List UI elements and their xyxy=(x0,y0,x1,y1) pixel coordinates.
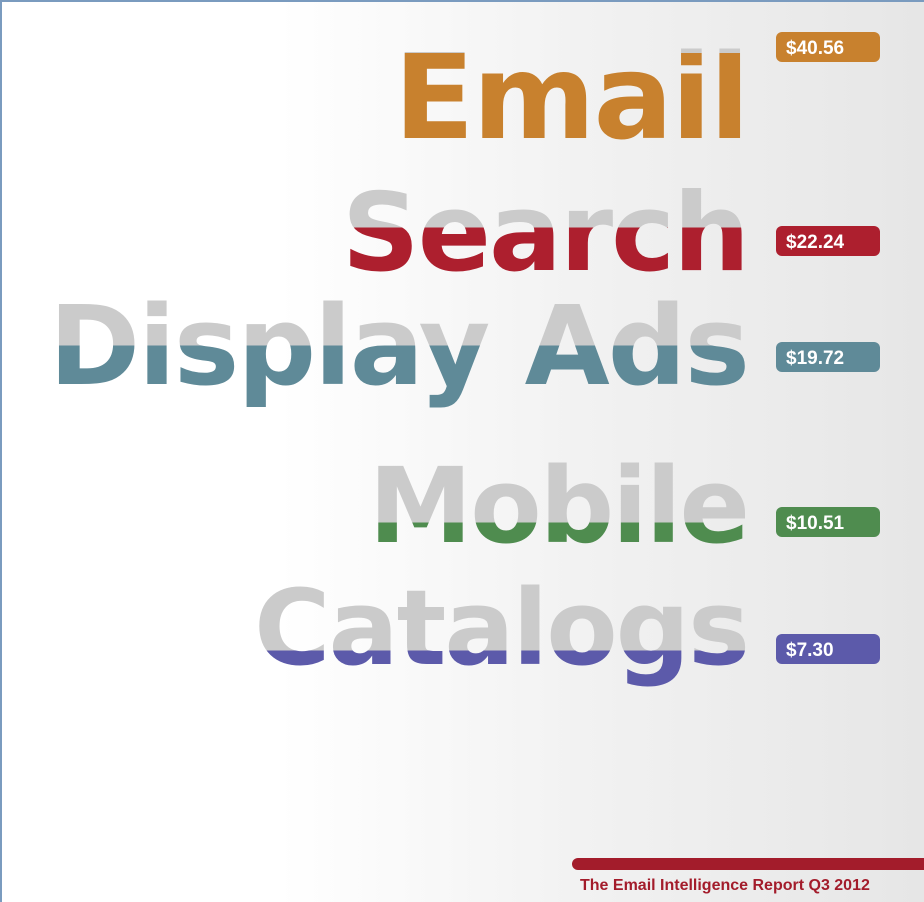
value-badge-email: $40.56 xyxy=(776,32,880,62)
footer-source-text: The Email Intelligence Report Q3 2012 xyxy=(580,877,870,894)
value-label: $22.24 xyxy=(786,232,845,253)
footer-rule xyxy=(572,858,924,870)
value-label: $10.51 xyxy=(786,513,845,534)
value-badge-catalogs: $7.30 xyxy=(776,634,880,664)
channel-label-catalogs: Catalogs xyxy=(254,567,748,689)
value-badge-search: $22.24 xyxy=(776,226,880,256)
channel-value-chart: Email $40.56 Search $22.24 Display Ads $19.72… xyxy=(49,28,924,870)
channel-label-search: Search xyxy=(342,171,748,296)
channel-label-email: Email xyxy=(394,28,748,166)
channel-label-display-ads: Display Ads xyxy=(49,282,748,410)
infographic-canvas: Email $40.56 Search $22.24 Display Ads $19.72… xyxy=(0,0,924,902)
value-label: $40.56 xyxy=(786,38,844,59)
channel-label-mobile: Mobile xyxy=(369,445,748,567)
value-label: $19.72 xyxy=(786,348,844,369)
value-badge-display-ads: $19.72 xyxy=(776,342,880,372)
value-label: $7.30 xyxy=(786,640,834,661)
value-badge-mobile: $10.51 xyxy=(776,507,880,537)
